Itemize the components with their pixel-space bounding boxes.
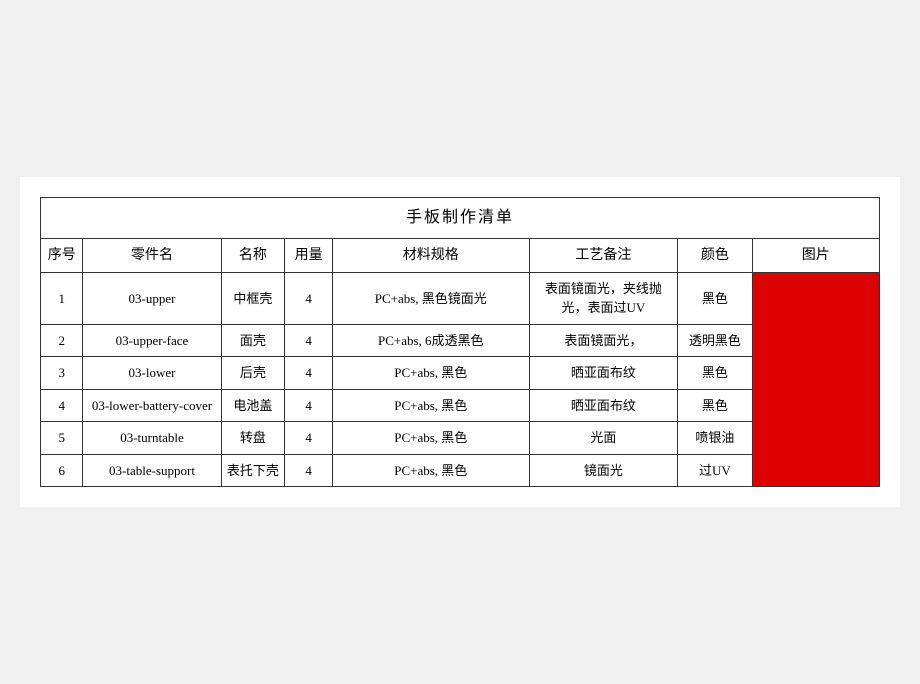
cell-process: 光面 [529, 422, 678, 455]
cell-seq: 1 [41, 272, 83, 324]
cell-seq: 6 [41, 454, 83, 487]
cell-name: 后壳 [221, 357, 285, 390]
table-row: 103-upper中框壳4PC+abs, 黑色镜面光表面镜面光，夹线抛光，表面过… [41, 272, 880, 324]
cell-qty: 4 [285, 324, 333, 357]
header-process: 工艺备注 [529, 238, 678, 272]
title-row: 手板制作清单 [41, 197, 880, 238]
cell-part: 03-table-support [83, 454, 221, 487]
cell-process: 表面镜面光， [529, 324, 678, 357]
header-color: 颜色 [678, 238, 752, 272]
header-image: 图片 [752, 238, 880, 272]
header-qty: 用量 [285, 238, 333, 272]
cell-part: 03-lower [83, 357, 221, 390]
cell-process: 晒亚面布纹 [529, 389, 678, 422]
header-name: 名称 [221, 238, 285, 272]
cell-spec: PC+abs, 黑色 [333, 454, 529, 487]
header-seq: 序号 [41, 238, 83, 272]
table-body: 103-upper中框壳4PC+abs, 黑色镜面光表面镜面光，夹线抛光，表面过… [41, 272, 880, 487]
cell-name: 表托下壳 [221, 454, 285, 487]
cell-seq: 3 [41, 357, 83, 390]
header-part: 零件名 [83, 238, 221, 272]
image-column [752, 272, 880, 487]
cell-spec: PC+abs, 黑色镜面光 [333, 272, 529, 324]
main-table: 手板制作清单 序号 零件名 名称 用量 材料规格 工艺备注 颜色 图片 103-… [40, 197, 880, 488]
cell-qty: 4 [285, 272, 333, 324]
cell-color: 过UV [678, 454, 752, 487]
cell-process: 晒亚面布纹 [529, 357, 678, 390]
page-wrapper: 手板制作清单 序号 零件名 名称 用量 材料规格 工艺备注 颜色 图片 103-… [20, 177, 900, 508]
cell-part: 03-lower-battery-cover [83, 389, 221, 422]
cell-qty: 4 [285, 454, 333, 487]
cell-color: 黑色 [678, 389, 752, 422]
table-title: 手板制作清单 [41, 197, 880, 238]
cell-spec: PC+abs, 黑色 [333, 422, 529, 455]
cell-qty: 4 [285, 357, 333, 390]
cell-color: 喷银油 [678, 422, 752, 455]
header-spec: 材料规格 [333, 238, 529, 272]
cell-spec: PC+abs, 黑色 [333, 357, 529, 390]
cell-color: 透明黑色 [678, 324, 752, 357]
cell-process: 表面镜面光，夹线抛光，表面过UV [529, 272, 678, 324]
cell-name: 转盘 [221, 422, 285, 455]
cell-seq: 5 [41, 422, 83, 455]
cell-part: 03-upper-face [83, 324, 221, 357]
cell-process: 镜面光 [529, 454, 678, 487]
cell-spec: PC+abs, 6成透黑色 [333, 324, 529, 357]
cell-name: 面壳 [221, 324, 285, 357]
cell-name: 中框壳 [221, 272, 285, 324]
cell-part: 03-turntable [83, 422, 221, 455]
cell-part: 03-upper [83, 272, 221, 324]
cell-qty: 4 [285, 389, 333, 422]
cell-qty: 4 [285, 422, 333, 455]
cell-color: 黑色 [678, 357, 752, 390]
cell-seq: 4 [41, 389, 83, 422]
cell-seq: 2 [41, 324, 83, 357]
cell-name: 电池盖 [221, 389, 285, 422]
cell-color: 黑色 [678, 272, 752, 324]
header-row: 序号 零件名 名称 用量 材料规格 工艺备注 颜色 图片 [41, 238, 880, 272]
cell-spec: PC+abs, 黑色 [333, 389, 529, 422]
